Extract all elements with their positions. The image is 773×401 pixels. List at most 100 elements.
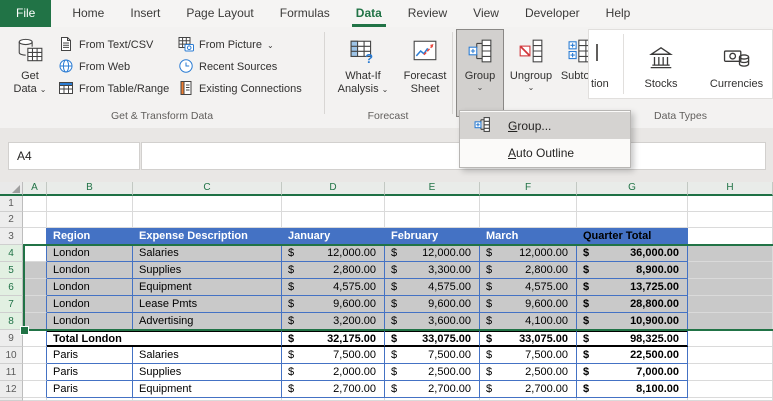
tab-developer[interactable]: Developer <box>512 0 593 27</box>
tab-page-layout[interactable]: Page Layout <box>173 0 266 27</box>
column-header-b[interactable]: B <box>47 182 133 196</box>
cell-C11[interactable]: Supplies <box>133 364 282 381</box>
cell-E3[interactable]: February <box>385 228 480 245</box>
cell-E5[interactable]: $3,300.00 <box>385 262 480 279</box>
row-header-2[interactable]: 2 <box>0 212 23 228</box>
cell-B11[interactable]: Paris <box>47 364 133 381</box>
row-header-12[interactable]: 12 <box>0 381 23 398</box>
row-header-6[interactable]: 6 <box>0 279 23 296</box>
cell-H1[interactable] <box>688 196 773 212</box>
cell-E2[interactable] <box>385 212 480 228</box>
cell-E1[interactable] <box>385 196 480 212</box>
cell-E4[interactable]: $12,000.00 <box>385 245 480 262</box>
cell-A7[interactable] <box>23 296 47 313</box>
cell-F1[interactable] <box>480 196 577 212</box>
cell-G7[interactable]: $28,800.00 <box>577 296 688 313</box>
cell-H5[interactable] <box>688 262 773 279</box>
tab-file[interactable]: File <box>0 0 51 27</box>
forecast-sheet-button[interactable]: ForecastSheet <box>397 29 453 117</box>
cell-A10[interactable] <box>23 347 47 364</box>
from-picture-button[interactable]: From Picture⌄ <box>178 35 274 55</box>
tab-review[interactable]: Review <box>395 0 460 27</box>
recent-sources-button[interactable]: Recent Sources <box>178 57 277 77</box>
get-data-button[interactable]: GetData ⌄ <box>6 29 54 117</box>
cell-H11[interactable] <box>688 364 773 381</box>
from-web-button[interactable]: From Web <box>58 57 130 77</box>
cell-E11[interactable]: $2,500.00 <box>385 364 480 381</box>
cell-E8[interactable]: $3,600.00 <box>385 313 480 330</box>
cell-G6[interactable]: $13,725.00 <box>577 279 688 296</box>
cell-F6[interactable]: $4,575.00 <box>480 279 577 296</box>
cell-H10[interactable] <box>688 347 773 364</box>
cell-D7[interactable]: $9,600.00 <box>282 296 385 313</box>
cell-F12[interactable]: $2,700.00 <box>480 381 577 398</box>
cell-A5[interactable] <box>23 262 47 279</box>
cell-F5[interactable]: $2,800.00 <box>480 262 577 279</box>
cell-F11[interactable]: $2,500.00 <box>480 364 577 381</box>
cell-F10[interactable]: $7,500.00 <box>480 347 577 364</box>
cell-F3[interactable]: March <box>480 228 577 245</box>
cell-D1[interactable] <box>282 196 385 212</box>
cell-B2[interactable] <box>47 212 133 228</box>
cell-D5[interactable]: $2,800.00 <box>282 262 385 279</box>
cell-H8[interactable] <box>688 313 773 330</box>
cell-G11[interactable]: $7,000.00 <box>577 364 688 381</box>
cell-C10[interactable]: Salaries <box>133 347 282 364</box>
tab-home[interactable]: Home <box>59 0 117 27</box>
cell-D8[interactable]: $3,200.00 <box>282 313 385 330</box>
cell-F7[interactable]: $9,600.00 <box>480 296 577 313</box>
cell-E6[interactable]: $4,575.00 <box>385 279 480 296</box>
formula-bar-input[interactable] <box>141 142 766 170</box>
cell-B10[interactable]: Paris <box>47 347 133 364</box>
cell-E9[interactable]: $33,075.00 <box>385 330 480 347</box>
tab-view[interactable]: View <box>460 0 512 27</box>
cell-D9[interactable]: $32,175.00 <box>282 330 385 347</box>
cell-A12[interactable] <box>23 381 47 398</box>
tab-insert[interactable]: Insert <box>117 0 173 27</box>
cell-D12[interactable]: $2,700.00 <box>282 381 385 398</box>
tab-formulas[interactable]: Formulas <box>267 0 343 27</box>
tab-help[interactable]: Help <box>593 0 644 27</box>
cell-B5[interactable]: London <box>47 262 133 279</box>
cell-C5[interactable]: Supplies <box>133 262 282 279</box>
cell-D6[interactable]: $4,575.00 <box>282 279 385 296</box>
cell-C4[interactable]: Salaries <box>133 245 282 262</box>
row-header-5[interactable]: 5 <box>0 262 23 279</box>
data-type-stocks[interactable]: Stocks <box>625 30 697 98</box>
cell-C7[interactable]: Lease Pmts <box>133 296 282 313</box>
cell-G3[interactable]: Quarter Total <box>577 228 688 245</box>
cell-G1[interactable] <box>577 196 688 212</box>
data-types-gallery[interactable]: tion StocksCurrencies <box>588 29 773 99</box>
cell-D3[interactable]: January <box>282 228 385 245</box>
cell-G8[interactable]: $10,900.00 <box>577 313 688 330</box>
cell-B3[interactable]: Region <box>47 228 133 245</box>
group-button[interactable]: Group⌄ <box>456 29 504 117</box>
cell-H3[interactable] <box>688 228 773 245</box>
column-header-a[interactable]: A <box>23 182 47 196</box>
cell-A4[interactable] <box>23 245 47 262</box>
row-header-11[interactable]: 11 <box>0 364 23 381</box>
cell-C8[interactable]: Advertising <box>133 313 282 330</box>
cell-G4[interactable]: $36,000.00 <box>577 245 688 262</box>
row-header-4[interactable]: 4 <box>0 245 23 262</box>
cell-F4[interactable]: $12,000.00 <box>480 245 577 262</box>
cell-H9[interactable] <box>688 330 773 347</box>
cell-H6[interactable] <box>688 279 773 296</box>
cell-G2[interactable] <box>577 212 688 228</box>
data-type-currencies[interactable]: Currencies <box>699 30 773 98</box>
cell-A1[interactable] <box>23 196 47 212</box>
tab-data[interactable]: Data <box>343 0 395 27</box>
cell-A3[interactable] <box>23 228 47 245</box>
cell-G10[interactable]: $22,500.00 <box>577 347 688 364</box>
select-all-corner[interactable] <box>0 182 23 196</box>
cell-B8[interactable]: London <box>47 313 133 330</box>
column-header-h[interactable]: H <box>688 182 773 196</box>
cell-B12[interactable]: Paris <box>47 381 133 398</box>
menu-item-auto-outline[interactable]: Auto Outline <box>460 139 630 166</box>
row-header-7[interactable]: 7 <box>0 296 23 313</box>
cell-F2[interactable] <box>480 212 577 228</box>
cell-B7[interactable]: London <box>47 296 133 313</box>
cell-B9[interactable]: Total London <box>47 330 282 347</box>
cell-E7[interactable]: $9,600.00 <box>385 296 480 313</box>
cell-D2[interactable] <box>282 212 385 228</box>
